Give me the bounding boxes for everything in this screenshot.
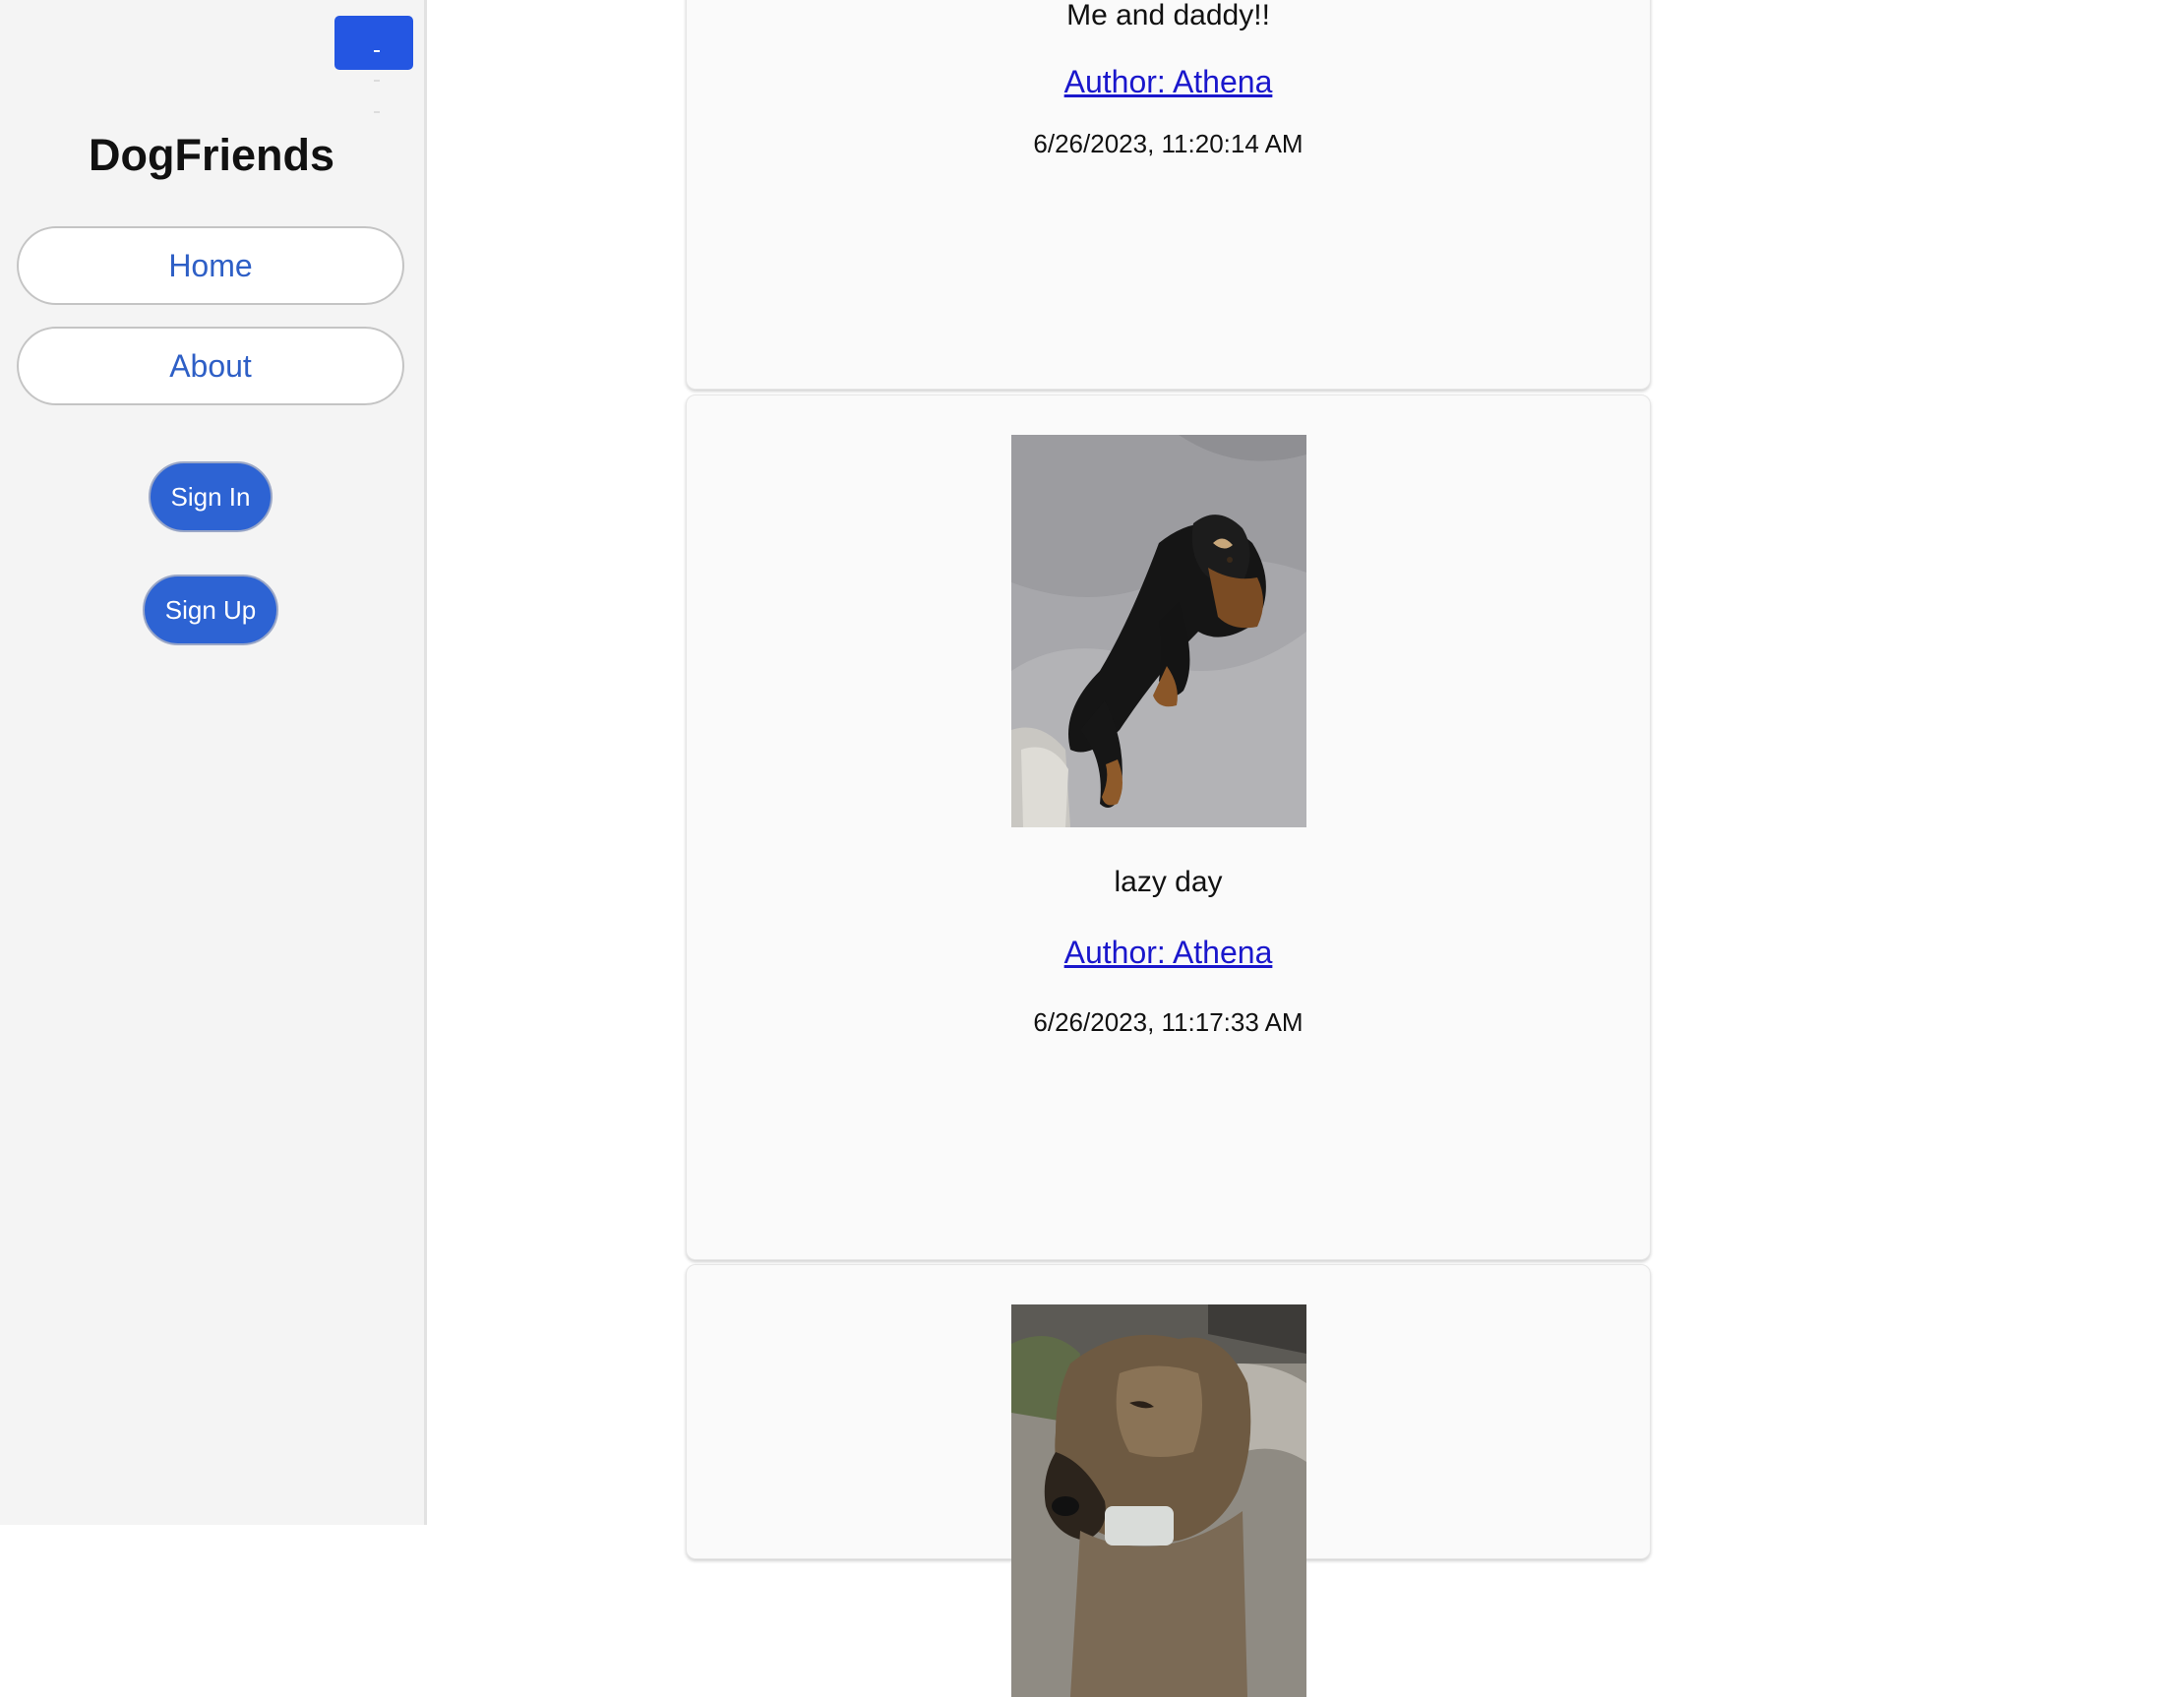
post-caption: Me and daddy!! [1066,0,1270,31]
post-caption: lazy day [1114,866,1223,898]
nav-about-button[interactable]: About [17,327,404,405]
post-author-link[interactable]: Author: Athena [687,935,1650,971]
site-title: DogFriends [88,130,334,180]
menu-icon [374,50,380,52]
post-image [1011,1304,1306,1697]
menu-toggle-button[interactable] [334,16,413,113]
post-author-link[interactable]: Author: Athena [687,64,1650,100]
sign-up-button[interactable]: Sign Up [143,575,278,645]
sign-in-button[interactable]: Sign In [149,461,273,532]
post-card [686,1264,1651,1697]
nav-home-button[interactable]: Home [17,226,404,305]
menu-icon-bar [374,111,380,113]
post-timestamp: 6/26/2023, 11:17:33 AM [1033,1007,1304,1037]
post-timestamp: 6/26/2023, 11:20:14 AM [1033,129,1304,158]
menu-icon-bar [374,80,380,82]
post-card: lazy day Author: Athena 6/26/2023, 11:17… [686,394,1651,1260]
post-card: Me and daddy!! Author: Athena 6/26/2023,… [686,0,1651,390]
post-image [1011,435,1306,827]
sidebar: DogFriends Home About Sign In Sign Up [0,0,427,1525]
